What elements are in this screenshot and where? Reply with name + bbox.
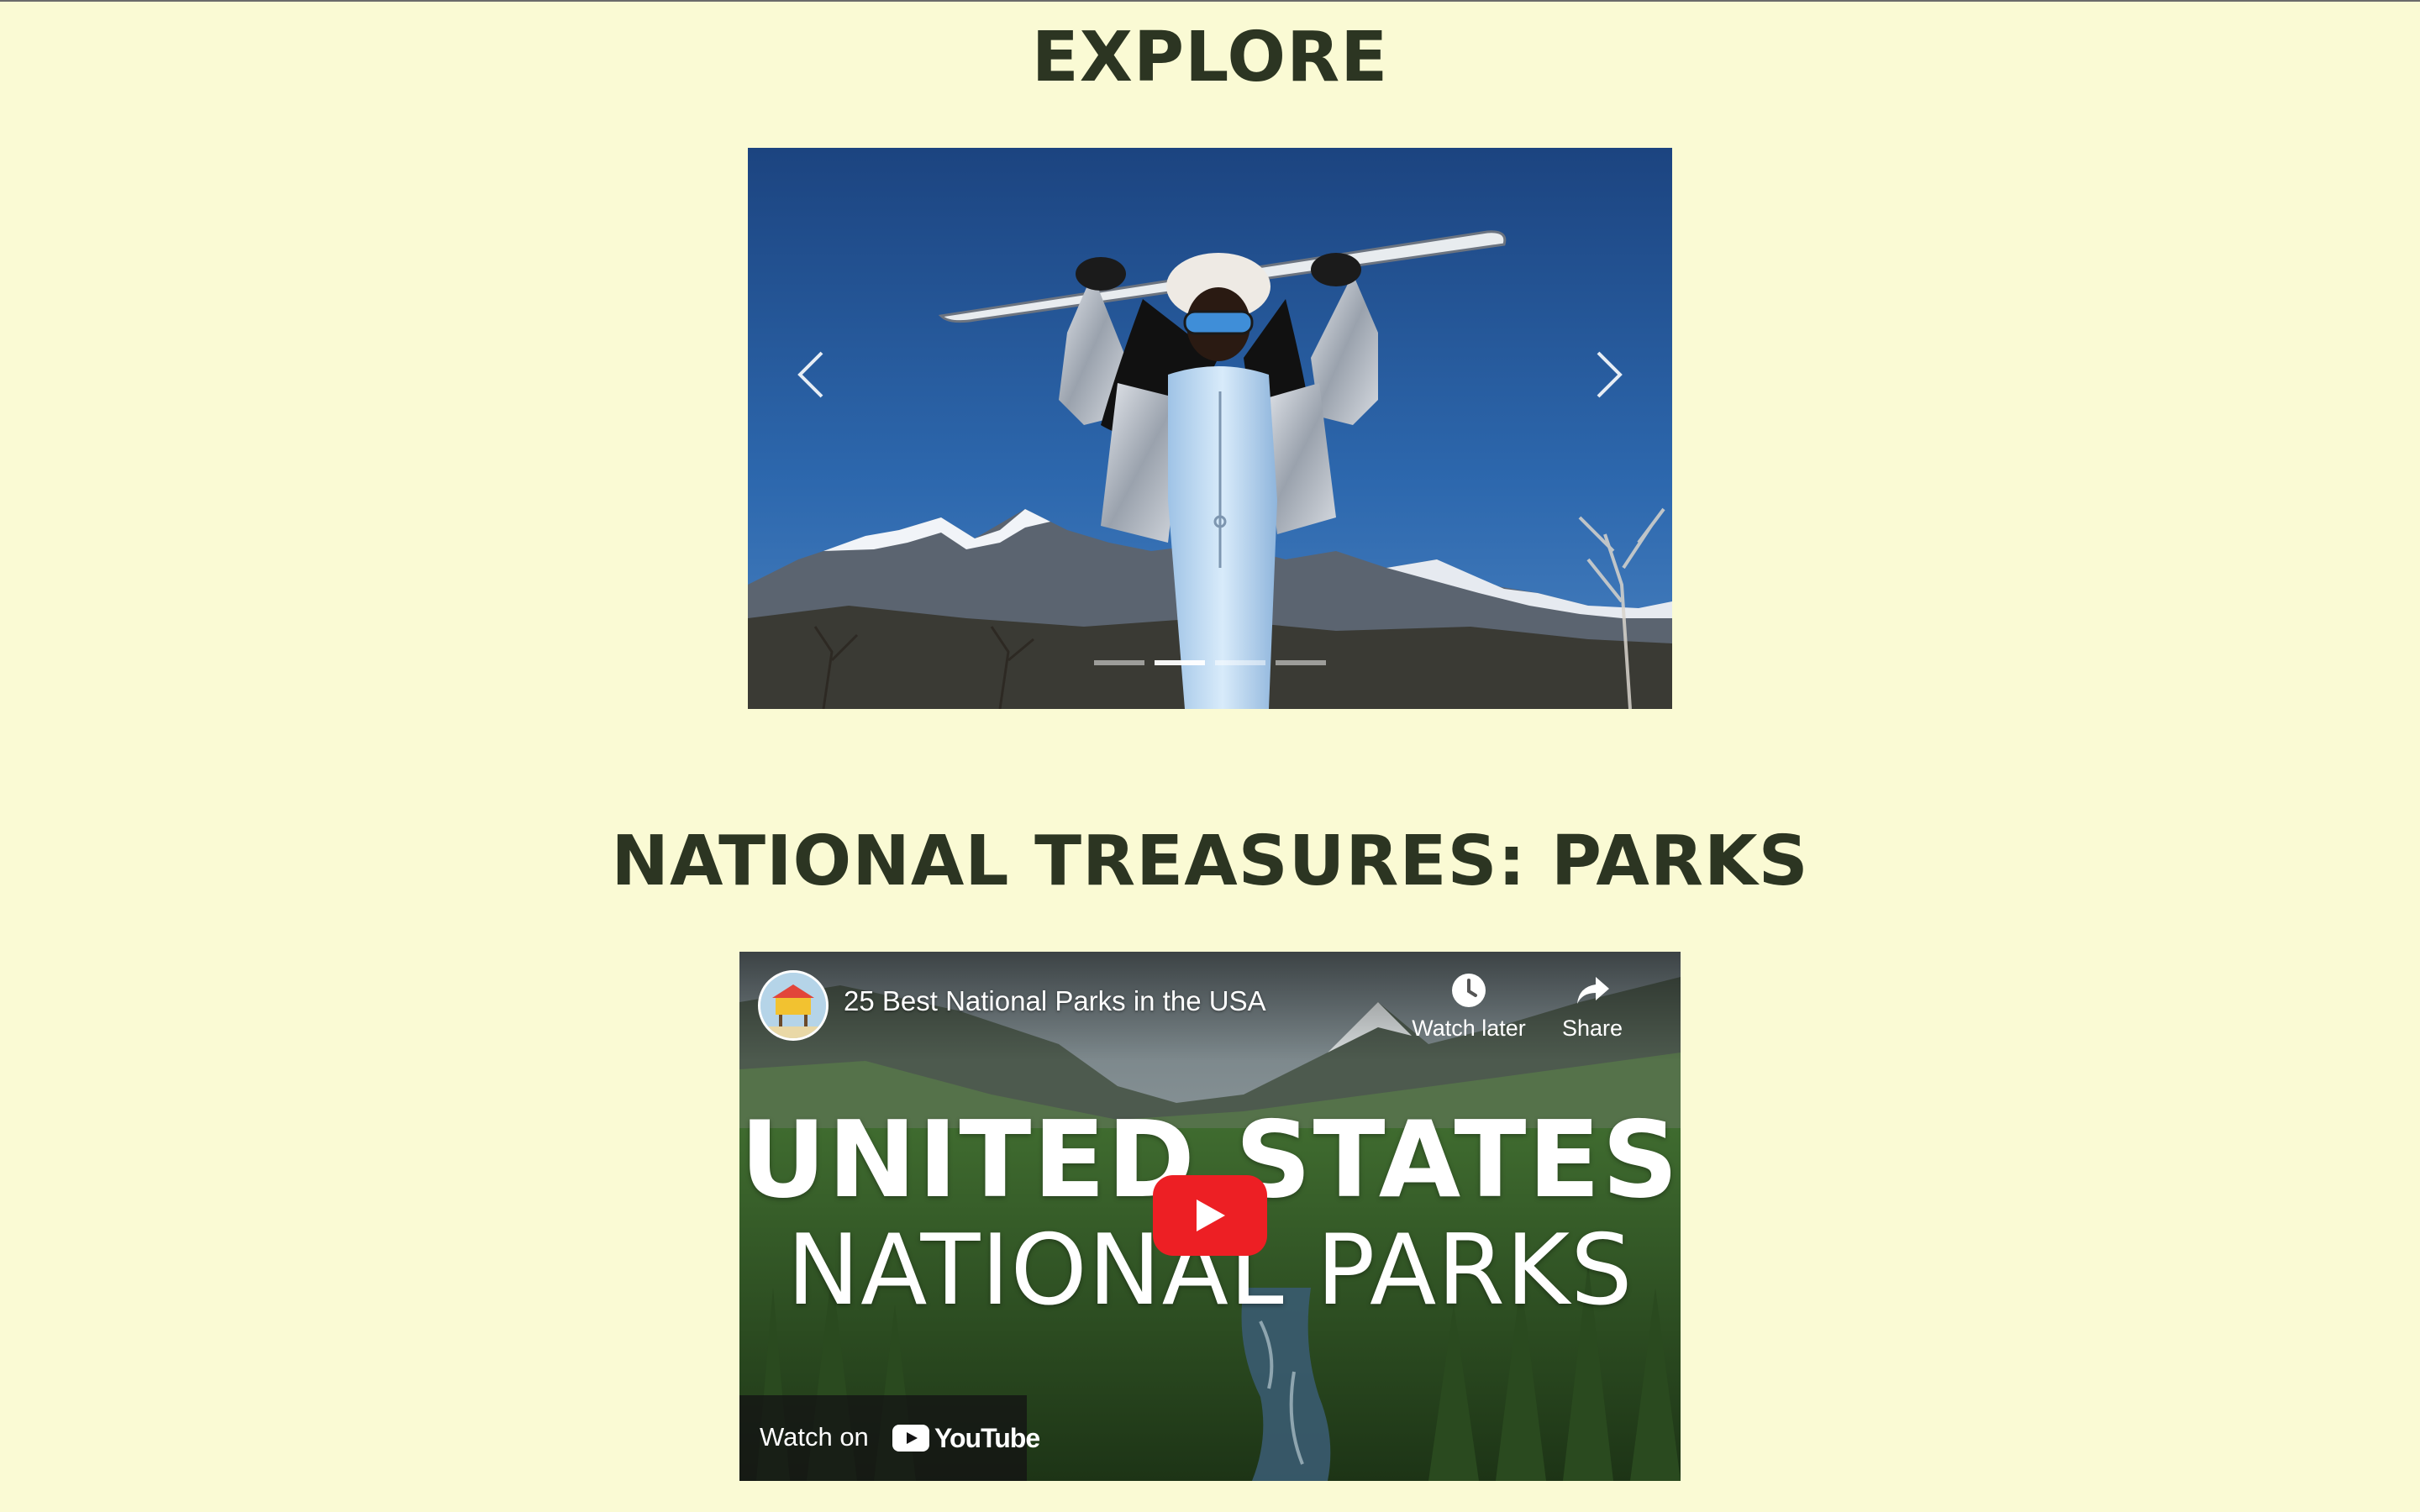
carousel-prev-button[interactable] xyxy=(786,341,836,408)
share-button[interactable]: Share xyxy=(1525,970,1660,1042)
explore-heading: EXPLORE xyxy=(1031,18,1389,97)
parks-heading: NATIONAL TREASURES: PARKS xyxy=(611,822,1809,901)
watch-later-button[interactable]: Watch later xyxy=(1402,970,1536,1042)
lifeguard-tower-icon xyxy=(760,973,826,1038)
watch-on-label: Watch on xyxy=(760,1422,869,1452)
share-label: Share xyxy=(1561,1016,1623,1041)
play-button[interactable] xyxy=(1153,1175,1267,1256)
carousel-indicator[interactable] xyxy=(1276,660,1326,665)
chevron-left-icon xyxy=(797,351,823,398)
video-title[interactable]: 25 Best National Parks in the USA xyxy=(844,985,1266,1017)
carousel-indicators xyxy=(748,660,1672,665)
youtube-play-icon xyxy=(892,1425,929,1452)
youtube-embed[interactable]: 25 Best National Parks in the USA Watch … xyxy=(739,952,1681,1481)
top-border xyxy=(0,0,2420,2)
carousel-indicator[interactable] xyxy=(1215,660,1265,665)
page: EXPLORE NATIONAL TREASURES: PARKS 25 Bes… xyxy=(0,0,2420,1512)
carousel-indicator[interactable] xyxy=(1094,660,1144,665)
youtube-brand-label: YouTube xyxy=(934,1422,1040,1453)
carousel-slide-image xyxy=(748,148,1672,709)
share-arrow-icon xyxy=(1577,977,1609,1004)
carousel-next-button[interactable] xyxy=(1584,341,1634,408)
watch-on-youtube-button[interactable]: Watch on YouTube xyxy=(739,1395,1040,1481)
youtube-logo: YouTube xyxy=(892,1420,1040,1456)
carousel-indicator-active[interactable] xyxy=(1155,660,1205,665)
chevron-right-icon xyxy=(1597,351,1623,398)
explore-carousel[interactable] xyxy=(748,148,1672,709)
play-icon xyxy=(1197,1200,1225,1231)
clock-icon xyxy=(1452,974,1486,1007)
channel-avatar[interactable] xyxy=(758,970,829,1041)
watch-later-label: Watch later xyxy=(1412,1016,1526,1041)
